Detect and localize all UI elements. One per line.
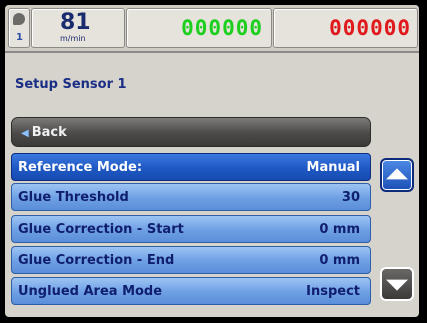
setting-value: 30 — [341, 190, 360, 205]
setting-label: Glue Threshold — [18, 190, 129, 205]
setting-label: Unglued Area Mode — [18, 284, 163, 299]
speed-display: 81 m/min — [31, 8, 125, 48]
speed-unit: m/min — [60, 34, 86, 43]
setting-value: 0 mm — [319, 222, 360, 237]
sensor-icon — [13, 13, 25, 25]
sensor-number: 1 — [16, 32, 23, 43]
good-counter[interactable]: 000000 — [126, 8, 272, 48]
setting-label: Glue Correction - Start — [18, 222, 184, 237]
touch-screen: 1 81 m/min 000000 000000 Setup Sensor 1 … — [5, 5, 419, 317]
sensor-cell[interactable]: 1 — [8, 8, 30, 48]
setting-row-glue-correction-end[interactable]: Glue Correction - End 0 mm — [11, 246, 371, 274]
page-title: Setup Sensor 1 — [15, 77, 127, 92]
setting-row-reference-mode[interactable]: Reference Mode: Manual — [11, 153, 371, 181]
setting-row-unglued-area-mode[interactable]: Unglued Area Mode Inspect — [11, 277, 371, 305]
status-bar: 1 81 m/min 000000 000000 — [5, 5, 419, 53]
scroll-down-button[interactable] — [380, 267, 414, 301]
speed-value: 81 — [60, 10, 91, 35]
chevron-left-icon: ◀ — [21, 128, 29, 139]
bad-counter[interactable]: 000000 — [273, 8, 418, 48]
bad-count-value: 000000 — [329, 16, 411, 40]
setting-label: Glue Correction - End — [18, 253, 175, 268]
setting-value: 0 mm — [319, 253, 360, 268]
scroll-up-button[interactable] — [380, 158, 414, 192]
setting-label: Reference Mode: — [18, 160, 143, 175]
back-label: Back — [31, 125, 67, 140]
setting-value: Inspect — [306, 284, 360, 299]
good-count-value: 000000 — [181, 16, 263, 40]
arrow-down-icon — [386, 279, 408, 291]
setting-row-glue-correction-start[interactable]: Glue Correction - Start 0 mm — [11, 215, 371, 243]
setting-row-glue-threshold[interactable]: Glue Threshold 30 — [11, 183, 371, 211]
arrow-up-icon — [386, 168, 408, 180]
back-button[interactable]: ◀ Back — [11, 117, 371, 147]
setting-value: Manual — [306, 160, 360, 175]
